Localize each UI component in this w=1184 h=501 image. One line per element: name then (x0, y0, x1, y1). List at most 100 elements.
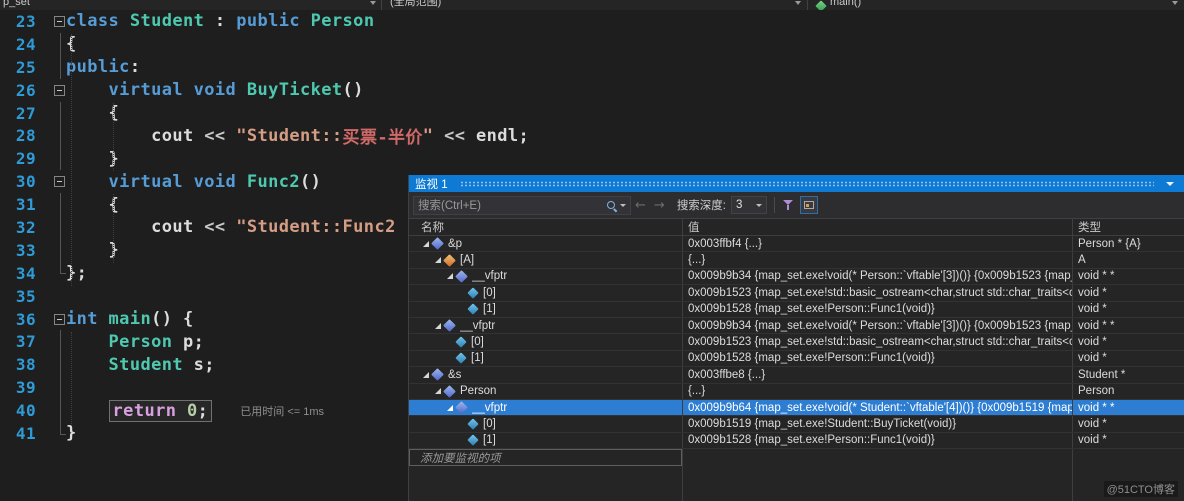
search-icon[interactable] (606, 200, 617, 211)
watch-value[interactable]: 0x009b1519 {map_set.exe!Student::BuyTick… (683, 416, 1073, 432)
search-input[interactable]: 搜索(Ctrl+E) (413, 195, 631, 215)
member-icon (455, 401, 468, 414)
code-token: : (204, 11, 237, 32)
code-token: virtual (108, 80, 183, 101)
expand-arrow-icon[interactable] (423, 240, 429, 247)
watch-value[interactable]: 0x003ffbe8 {...} (683, 367, 1073, 383)
watch-row[interactable]: __vfptr 0x009b9b34 {map_set.exe!void(* P… (409, 268, 1184, 286)
code-line[interactable]: 28 cout << "Student:: 买票-半价 " << endl; (0, 124, 1184, 148)
column-header-value[interactable]: 值 (683, 219, 1073, 235)
search-depth-select[interactable]: 3 (731, 196, 768, 214)
watch-row[interactable]: [A] {...} A (409, 252, 1184, 269)
member-dropdown[interactable]: main() (830, 0, 861, 9)
watch-row[interactable]: Person {...} Person (409, 383, 1184, 400)
code-token: { (66, 194, 120, 215)
search-next-icon[interactable]: → (654, 198, 665, 213)
expand-arrow-icon[interactable] (435, 322, 441, 329)
outline-margin[interactable] (36, 170, 66, 193)
outline-margin[interactable] (36, 308, 66, 331)
scope-dropdown[interactable]: (全局范围) (390, 0, 441, 9)
code-token: Student (129, 11, 205, 32)
watch-row[interactable]: [1] 0x009b1528 {map_set.exe!Person::Func… (409, 432, 1184, 450)
line-number: 29 (15, 149, 36, 169)
watch-type: void * (1078, 352, 1107, 365)
code-text: virtual void Func2() (66, 172, 321, 192)
expand-arrow-icon[interactable] (447, 404, 453, 411)
element-icon (455, 352, 467, 365)
code-token: return (112, 400, 177, 421)
collapse-icon[interactable] (54, 84, 65, 96)
search-placeholder: 搜索(Ctrl+E) (418, 200, 481, 212)
watch-row[interactable]: [1] 0x009b1528 {map_set.exe!Person::Func… (409, 350, 1184, 368)
column-header-type[interactable]: 类型 (1073, 219, 1184, 235)
outline-margin (36, 193, 66, 217)
watch-row[interactable]: [0] 0x009b1523 {map_set.exe!std::basic_o… (409, 285, 1184, 302)
watch-value[interactable]: 0x003ffbf4 {...} (683, 236, 1073, 252)
watch-value[interactable]: 0x009b9b64 {map_set.exe!void(* Student::… (683, 399, 1073, 416)
chevron-down-icon[interactable] (370, 1, 376, 5)
collapse-icon[interactable] (54, 313, 65, 325)
collapse-icon[interactable] (54, 15, 65, 27)
titlebar-grip[interactable] (459, 180, 1154, 187)
outline-margin[interactable] (36, 10, 66, 33)
line-number: 32 (15, 217, 36, 237)
view-format-icon[interactable] (800, 196, 819, 214)
expand-arrow-icon[interactable] (435, 257, 441, 264)
window-menu-icon[interactable] (1166, 181, 1174, 186)
code-line[interactable]: 27 { (0, 101, 1184, 125)
watch-row[interactable]: [0] 0x009b1519 {map_set.exe!Student::Buy… (409, 416, 1184, 433)
outline-margin[interactable] (36, 79, 66, 102)
add-watch-input[interactable]: 添加要监视的项 (409, 449, 682, 467)
perf-tip[interactable]: 已用时间 <= 1ms (240, 403, 324, 419)
watch-name: &p (448, 237, 463, 250)
add-watch-row[interactable]: 添加要监视的项 (409, 449, 1184, 467)
watch-grid: 名称 值 类型 &p 0x003ffbf4 {...} Person * {A}… (409, 219, 1184, 501)
watch-name: Person (460, 385, 497, 398)
watch-row-selected[interactable]: __vfptr 0x009b9b64 {map_set.exe!void(* S… (409, 399, 1184, 417)
outline-margin (36, 399, 66, 423)
code-token: << (433, 125, 476, 146)
code-token: ; (197, 400, 209, 421)
code-line[interactable]: 29 } (0, 147, 1184, 171)
expand-arrow-icon[interactable] (447, 273, 453, 280)
filter-icon[interactable] (782, 198, 796, 212)
watch-value[interactable]: 0x009b9b34 {map_set.exe!void(* Person::`… (683, 317, 1073, 334)
column-header-name[interactable]: 名称 (409, 219, 683, 235)
chevron-down-icon[interactable] (620, 203, 626, 207)
watch-value[interactable]: 0x009b1523 {map_set.exe!std::basic_ostre… (683, 334, 1073, 350)
code-line[interactable]: 26 virtual void BuyTicket() (0, 79, 1184, 102)
watch-value[interactable]: 0x009b1528 {map_set.exe!Person::Func1(vo… (683, 432, 1073, 449)
watch-row[interactable]: __vfptr 0x009b9b34 {map_set.exe!void(* P… (409, 317, 1184, 335)
chevron-down-icon[interactable] (1172, 1, 1178, 5)
code-token: () { (151, 309, 194, 330)
code-line[interactable]: 24 { (0, 32, 1184, 56)
watch-row[interactable]: &p 0x003ffbf4 {...} Person * {A} (409, 236, 1184, 253)
chevron-down-icon[interactable] (795, 1, 801, 5)
watch-name: [1] (483, 303, 496, 316)
code-line[interactable]: 23 class Student : public Person (0, 10, 1184, 33)
watch-titlebar[interactable]: 监视 1 (409, 175, 1184, 192)
code-text: { (66, 103, 119, 123)
watch-value[interactable]: 0x009b1528 {map_set.exe!Person::Func1(vo… (683, 301, 1073, 317)
watch-row[interactable]: &s 0x003ffbe8 {...} Student * (409, 367, 1184, 384)
watch-row[interactable]: [1] 0x009b1528 {map_set.exe!Person::Func… (409, 301, 1184, 318)
code-line[interactable]: 25 public: (0, 55, 1184, 79)
code-text: int main() { (66, 309, 194, 329)
watch-value[interactable]: 0x009b9b34 {map_set.exe!void(* Person::`… (683, 268, 1073, 285)
project-dropdown[interactable]: p_set (3, 0, 30, 9)
watch-value[interactable]: 0x009b1523 {map_set.exe!std::basic_ostre… (683, 285, 1073, 301)
watch-value[interactable]: {...} (683, 383, 1073, 399)
watch-value[interactable]: {...} (683, 252, 1073, 268)
code-token: : (129, 57, 141, 78)
expand-arrow-icon[interactable] (423, 371, 429, 378)
collapse-icon[interactable] (54, 176, 65, 188)
search-prev-icon[interactable]: ← (635, 198, 646, 213)
code-text: Student s; (66, 355, 215, 375)
expand-arrow-icon[interactable] (435, 388, 441, 395)
watch-row[interactable]: [0] 0x009b1523 {map_set.exe!std::basic_o… (409, 334, 1184, 351)
watch-value[interactable]: 0x009b1528 {map_set.exe!Person::Func1(vo… (683, 350, 1073, 367)
